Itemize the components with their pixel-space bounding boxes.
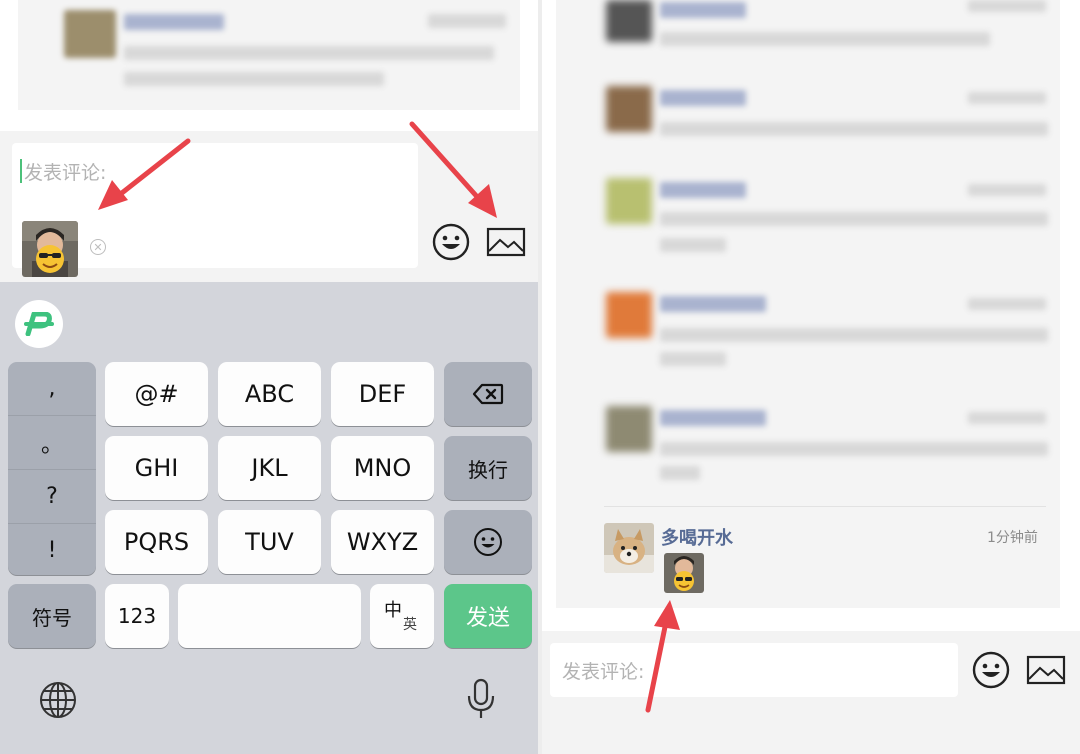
symbols-key[interactable]: 符号 — [8, 584, 96, 648]
blurred-text — [660, 2, 746, 18]
punctuation-column: , 。 ? ! — [8, 362, 96, 575]
blurred-text — [968, 298, 1046, 310]
lang-chinese-label: 中 — [384, 600, 402, 621]
emoji-icon[interactable] — [972, 651, 1010, 689]
blurred-text — [968, 92, 1046, 104]
avatar — [606, 178, 652, 224]
comment-list: 多喝开水 1分钟前 — [556, 0, 1060, 608]
avatar — [606, 86, 652, 132]
blurred-text — [660, 32, 990, 46]
space-key[interactable] — [178, 584, 361, 648]
image-picker-icon[interactable] — [1026, 654, 1066, 686]
microphone-icon[interactable] — [466, 678, 496, 720]
backspace-icon — [472, 383, 504, 405]
key-jkl[interactable]: JKL — [218, 436, 321, 500]
key-exclamation[interactable]: ! — [8, 524, 96, 577]
language-toggle-key[interactable]: 中 英 — [370, 584, 434, 648]
blurred-text — [660, 466, 700, 480]
globe-icon[interactable] — [38, 680, 78, 720]
annotation-arrows — [98, 121, 497, 218]
key-symbols-at[interactable]: @# — [105, 362, 208, 426]
blurred-text — [660, 238, 726, 252]
blurred-text — [660, 296, 766, 312]
blurred-text — [968, 412, 1046, 424]
lang-english-label: 英 — [403, 617, 417, 633]
blurred-text — [660, 212, 1048, 226]
avatar — [606, 0, 652, 42]
key-tuv[interactable]: TUV — [218, 510, 321, 574]
blurred-text — [968, 0, 1046, 12]
key-question[interactable]: ? — [8, 470, 96, 524]
blurred-text — [660, 352, 726, 366]
newline-key[interactable]: 换行 — [444, 436, 532, 500]
key-ghi[interactable]: GHI — [105, 436, 208, 500]
backspace-key[interactable] — [444, 362, 532, 426]
comment-author[interactable]: 多喝开水 — [661, 524, 733, 550]
right-screen: 多喝开水 1分钟前 发表评论: — [542, 0, 1080, 754]
key-wxyz[interactable]: WXYZ — [331, 510, 434, 574]
key-def[interactable]: DEF — [331, 362, 434, 426]
numbers-key[interactable]: 123 — [105, 584, 169, 648]
blurred-text — [660, 442, 1048, 456]
key-abc[interactable]: ABC — [218, 362, 321, 426]
blurred-text — [968, 184, 1046, 196]
blurred-text — [660, 90, 746, 106]
left-screen: 发表评论: ✕ , 。 ? ! @# ABC DEF GHI JKL MNO 换… — [0, 0, 538, 754]
avatar[interactable] — [604, 523, 654, 573]
avatar — [606, 406, 652, 452]
comment-time: 1分钟前 — [987, 530, 1038, 546]
blurred-text — [660, 328, 1048, 342]
key-comma[interactable]: , — [8, 362, 96, 416]
key-pqrs[interactable]: PQRS — [105, 510, 208, 574]
send-button[interactable]: 发送 — [444, 584, 532, 648]
keyboard-logo-icon[interactable] — [15, 300, 63, 348]
blurred-text — [660, 182, 746, 198]
blurred-text — [660, 122, 1048, 136]
emoji-icon — [474, 528, 502, 556]
keyboard: , 。 ? ! @# ABC DEF GHI JKL MNO 换行 PQRS T… — [0, 282, 538, 754]
divider — [604, 506, 1046, 507]
annotation-arrow — [645, 600, 680, 713]
blurred-text — [660, 410, 766, 426]
key-period[interactable]: 。 — [8, 416, 96, 470]
avatar — [606, 292, 652, 338]
emoji-key[interactable] — [444, 510, 532, 574]
key-mno[interactable]: MNO — [331, 436, 434, 500]
